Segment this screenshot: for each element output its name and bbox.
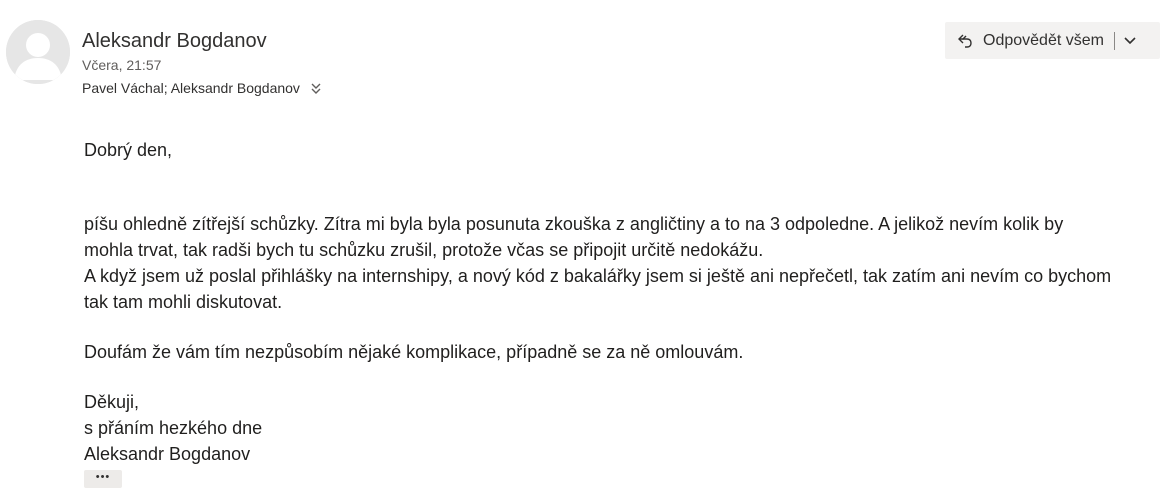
message-body: Dobrý den, píšu ohledně zítřejší schůzky… (84, 137, 1159, 467)
sent-time: Včera, 21:57 (82, 57, 162, 73)
show-more-button[interactable]: ••• (84, 470, 122, 488)
body-line: píšu ohledně zítřejší schůzky. Zítra mi … (84, 214, 1064, 234)
person-avatar-icon (6, 20, 70, 84)
double-chevron-down-icon[interactable] (310, 82, 322, 96)
body-line: tak tam mohli diskutovat. (84, 292, 283, 312)
signoff-line: s přáním hezkého dne (84, 418, 263, 438)
sender-avatar[interactable] (6, 20, 70, 84)
reply-options-dropdown[interactable] (1115, 22, 1145, 59)
signoff-line: Děkuji, (84, 392, 140, 412)
reply-all-label: Odpovědět všem (983, 31, 1104, 49)
body-line: mohla trvat, tak radši bych tu schůzku z… (84, 240, 764, 260)
apology-line: Doufám že vám tím nezpůsobím nějaké komp… (84, 342, 744, 362)
recipients-text: Pavel Váchal; Aleksandr Bogdanov (82, 80, 300, 96)
reply-all-split-button: Odpovědět všem (945, 22, 1160, 59)
reply-all-icon (958, 34, 972, 48)
signature-name: Aleksandr Bogdanov (84, 444, 251, 464)
email-message: Aleksandr Bogdanov Včera, 21:57 Pavel Vá… (0, 0, 1168, 488)
reply-all-button[interactable]: Odpovědět všem (945, 22, 1114, 59)
recipients-line[interactable]: Pavel Váchal; Aleksandr Bogdanov (82, 80, 322, 97)
chevron-down-icon (1124, 36, 1136, 44)
sender-name[interactable]: Aleksandr Bogdanov (82, 29, 267, 53)
greeting: Dobrý den, (84, 140, 173, 160)
ellipsis-icon: ••• (95, 471, 111, 483)
body-line: A když jsem už poslal přihlášky na inter… (84, 266, 1112, 286)
